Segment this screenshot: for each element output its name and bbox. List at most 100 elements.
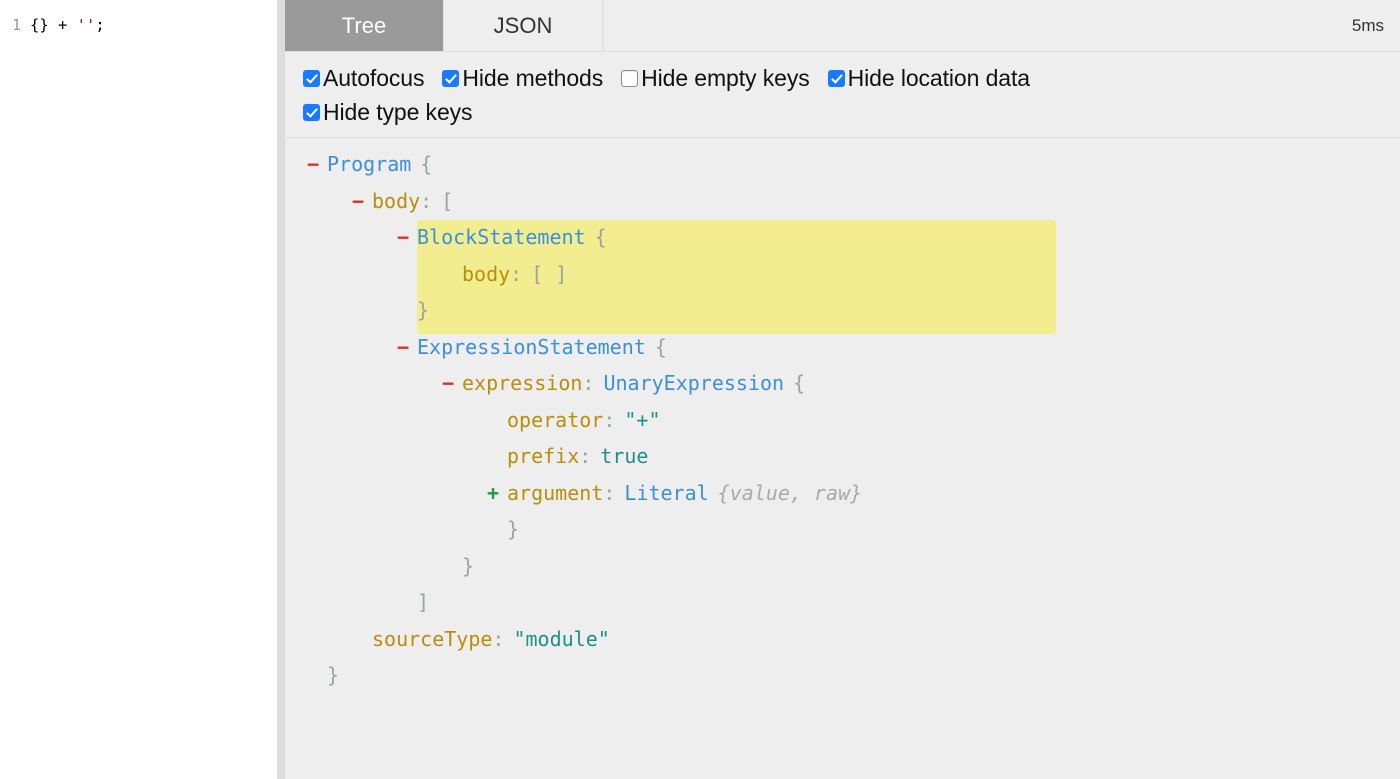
collapse-toggle-icon[interactable]: − <box>393 225 413 249</box>
token-punct: } <box>327 663 340 688</box>
pane-divider-handle[interactable] <box>277 0 285 779</box>
token-type[interactable]: Program <box>327 152 411 176</box>
ast-tree-row[interactable]: sourceType: "module" <box>285 621 1400 658</box>
ast-tree-row[interactable]: + argument: Literal {value, raw} <box>285 475 1400 512</box>
ast-tree-row[interactable]: prefix: true <box>285 438 1400 475</box>
token-punct: { <box>654 334 667 359</box>
ast-tree-row[interactable]: − expression: UnaryExpression { <box>285 365 1400 402</box>
token-type[interactable]: UnaryExpression <box>603 371 784 395</box>
option-label: Hide empty keys <box>641 65 810 91</box>
token-string: "+" <box>624 407 661 432</box>
ast-tree-row[interactable]: ] <box>285 584 1400 621</box>
token-key[interactable]: expression <box>462 371 582 395</box>
ast-tree-row[interactable]: − body: [ <box>285 183 1400 220</box>
token-colon: : <box>420 188 433 213</box>
token-punct: { <box>594 225 607 250</box>
token-key[interactable]: argument <box>507 481 603 505</box>
ast-viewer-pane: Tree JSON 5ms Autofocus Hide methods Hide … <box>285 0 1400 779</box>
token-punct: [ ] <box>531 261 568 286</box>
tab-json[interactable]: JSON <box>444 0 603 51</box>
tab-tree-label: Tree <box>341 12 387 38</box>
option-hide-type-keys[interactable]: Hide type keys <box>303 95 473 129</box>
token-punct: { <box>420 152 433 177</box>
toggle-placeholder <box>438 262 458 286</box>
ast-tree-row[interactable]: operator: "+" <box>285 402 1400 439</box>
toggle-placeholder <box>393 590 413 614</box>
code-token-3: ; <box>95 16 105 34</box>
ast-tree-row[interactable]: } <box>285 548 1400 585</box>
token-punct: { <box>793 371 806 396</box>
option-label: Hide location data <box>847 65 1030 91</box>
tab-tree[interactable]: Tree <box>285 0 444 51</box>
token-punct: } <box>507 517 520 542</box>
toggle-placeholder <box>438 554 458 578</box>
option-label: Hide type keys <box>323 99 473 125</box>
code-token-2: '' <box>76 16 96 34</box>
collapse-toggle-icon[interactable]: − <box>348 189 368 213</box>
token-hint: {value, raw} <box>717 480 863 505</box>
token-colon: : <box>492 626 505 651</box>
checkbox-checked-icon[interactable] <box>303 69 320 87</box>
checkbox-checked-icon[interactable] <box>827 69 845 87</box>
code-token-0: {} <box>30 16 58 34</box>
token-punct: [ <box>441 188 454 213</box>
token-key[interactable]: body <box>372 189 420 213</box>
expand-toggle-icon[interactable]: + <box>483 481 503 505</box>
collapse-toggle-icon[interactable]: − <box>438 371 458 395</box>
token-punct: } <box>417 298 430 323</box>
token-type[interactable]: Literal <box>624 481 708 505</box>
tabbar-spacer: 5ms <box>603 0 1400 51</box>
token-colon: : <box>579 444 592 469</box>
checkbox-unchecked-icon[interactable] <box>621 69 639 87</box>
tab-json-label: JSON <box>493 12 553 38</box>
viewer-options-toolbar: Autofocus Hide methods Hide empty keys Hide… <box>285 52 1400 138</box>
code-editor-pane[interactable]: 1 {} + ''; <box>0 0 277 779</box>
token-key[interactable]: sourceType <box>372 627 492 651</box>
checkbox-checked-icon[interactable] <box>303 103 320 121</box>
toggle-placeholder <box>483 517 503 541</box>
ast-tree-row[interactable]: } <box>285 511 1400 548</box>
ast-tree-row[interactable]: − Program { <box>285 146 1400 183</box>
option-autofocus[interactable]: Autofocus <box>303 61 424 95</box>
code-token-1: + <box>58 16 77 34</box>
token-key[interactable]: operator <box>507 408 603 432</box>
token-colon: : <box>603 480 616 505</box>
toggle-placeholder <box>348 627 368 651</box>
toggle-placeholder <box>483 444 503 468</box>
collapse-toggle-icon[interactable]: − <box>303 152 323 176</box>
token-string: "module" <box>513 626 610 651</box>
checkbox-checked-icon[interactable] <box>442 69 460 87</box>
option-hide-methods[interactable]: Hide methods <box>442 61 603 95</box>
code-content[interactable]: {} + ''; <box>30 14 105 36</box>
ast-tree-row[interactable]: } <box>285 657 1400 694</box>
option-label: Hide methods <box>462 65 604 91</box>
ast-tree[interactable]: − Program {− body: [− BlockStatement { body… <box>285 138 1400 779</box>
option-hide-location-data[interactable]: Hide location data <box>827 61 1030 95</box>
ast-tree-row[interactable]: − ExpressionStatement { <box>285 329 1400 366</box>
line-number-gutter: 1 <box>11 16 21 34</box>
option-hide-empty-keys[interactable]: Hide empty keys <box>621 61 810 95</box>
code-line-1[interactable]: 1 {} + ''; <box>0 0 277 36</box>
token-type[interactable]: BlockStatement <box>417 225 586 249</box>
token-punct: } <box>462 553 475 578</box>
toggle-placeholder <box>483 408 503 432</box>
token-bool: true <box>600 444 649 469</box>
ast-explorer-app: 1 {} + ''; Tree JSON 5ms Autofocus Hide m… <box>0 0 1400 779</box>
token-colon: : <box>582 371 595 396</box>
token-colon: : <box>510 261 523 286</box>
token-key[interactable]: prefix <box>507 444 579 468</box>
token-key[interactable]: body <box>462 262 510 286</box>
token-type[interactable]: ExpressionStatement <box>417 335 646 359</box>
collapse-toggle-icon[interactable]: − <box>393 335 413 359</box>
toggle-placeholder <box>393 298 413 322</box>
